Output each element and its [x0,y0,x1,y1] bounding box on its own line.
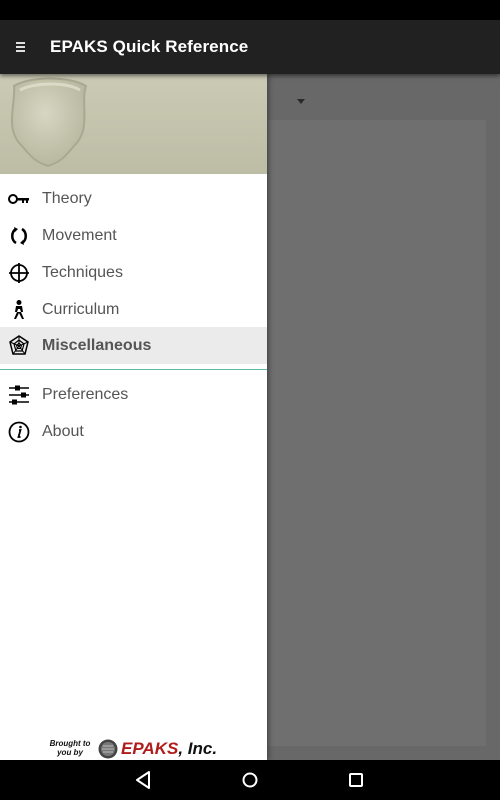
nav-label-theory: Theory [42,190,92,207]
menu-icon-line-2 [16,46,25,48]
crosshair-icon [9,263,29,283]
nav-item-techniques[interactable]: Techniques [0,254,267,291]
nav-item-preferences[interactable]: Preferences [0,376,267,413]
nav-label-techniques: Techniques [42,264,123,281]
footer-company-suffix: , Inc. [178,739,218,758]
app-title: EPAKS Quick Reference [50,37,249,56]
status-bar [0,0,500,20]
key-icon [8,194,29,204]
recents-icon[interactable] [345,769,367,791]
home-icon[interactable] [239,769,261,791]
epaks-logo-icon [98,739,118,759]
menu-button[interactable] [8,34,34,60]
footer-branding: Brought to you by EPAKS, Inc. [46,739,226,759]
system-navigation-bar [0,760,500,800]
martial-artist-icon [14,300,24,319]
content-panel [268,120,486,746]
web-icon [9,335,29,355]
nav-label-preferences: Preferences [42,386,129,403]
info-icon [8,421,30,443]
footer-tagline: Brought to you by [49,739,91,757]
navigation-drawer: Theory Movement Techniques Curriculum Mi… [0,74,267,760]
ghost-logo-icon [10,77,88,168]
back-icon[interactable] [133,769,155,791]
drawer-header-image [0,74,267,174]
footer-company-name: EPAKS, Inc. [121,739,217,759]
nav-item-theory[interactable]: Theory [0,180,267,217]
app-bar: EPAKS Quick Reference [0,20,500,74]
nav-item-about[interactable]: About [0,413,267,450]
nav-label-miscellaneous: Miscellaneous [42,337,152,354]
nav-label-about: About [42,423,84,440]
sliders-icon [9,385,29,405]
movement-arrows-icon [11,227,27,245]
footer-company-brand: EPAKS [121,739,179,758]
nav-item-curriculum[interactable]: Curriculum [0,291,267,328]
dropdown-arrow-icon[interactable] [297,99,305,104]
menu-icon-line-1 [16,42,25,44]
nav-item-miscellaneous[interactable]: Miscellaneous [0,327,267,364]
nav-label-movement: Movement [42,227,117,244]
nav-item-movement[interactable]: Movement [0,217,267,254]
drawer-divider [0,369,267,370]
nav-label-curriculum: Curriculum [42,301,120,318]
menu-icon-line-3 [16,50,25,52]
